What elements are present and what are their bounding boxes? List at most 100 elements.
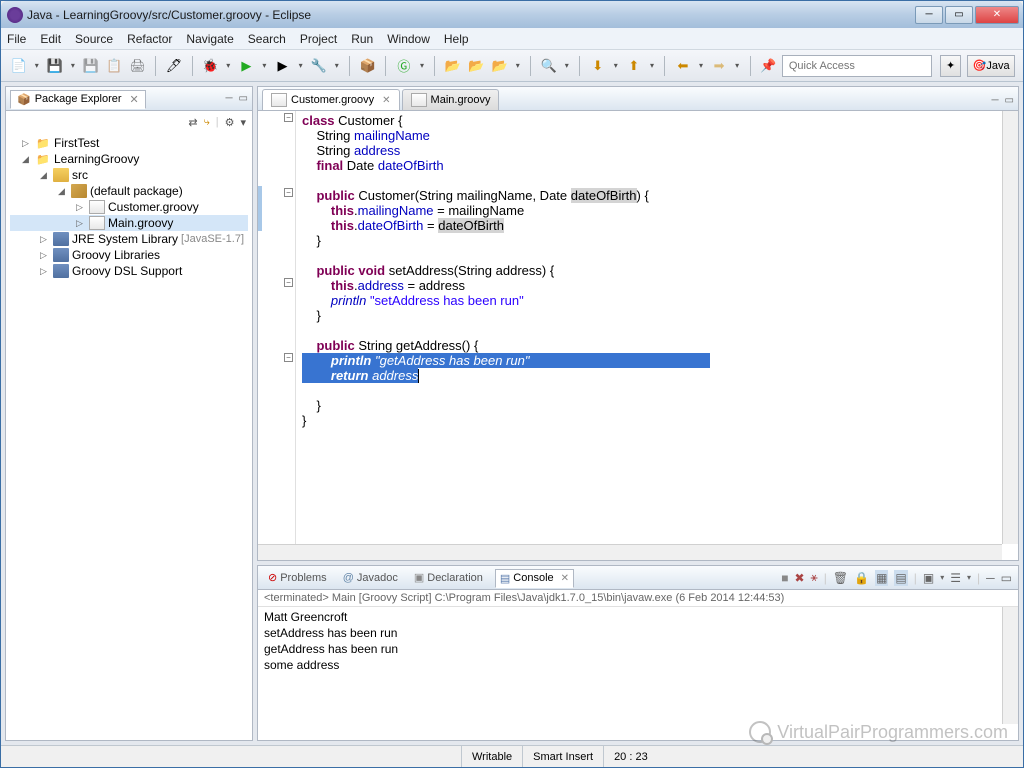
new-icon[interactable]: 📄 bbox=[9, 55, 28, 77]
quick-access-input[interactable] bbox=[782, 55, 932, 77]
save-icon[interactable]: 💾 bbox=[45, 55, 64, 77]
maximize-button[interactable]: ▭ bbox=[945, 6, 973, 24]
save-all-icon[interactable]: 💾 bbox=[81, 55, 100, 77]
declaration-tab[interactable]: ▣Declaration bbox=[410, 569, 487, 586]
tree-groovy-libs[interactable]: ▷Groovy Libraries bbox=[10, 247, 248, 263]
remove-launch-icon[interactable]: ✖ bbox=[794, 571, 804, 585]
menubar: File Edit Source Refactor Navigate Searc… bbox=[1, 28, 1023, 50]
editor-tab-customer[interactable]: Customer.groovy✕ bbox=[262, 89, 400, 110]
remove-all-icon[interactable]: ⚹ bbox=[811, 570, 818, 585]
menu-window[interactable]: Window bbox=[387, 32, 430, 46]
link-editor-icon[interactable]: ⤷ bbox=[204, 116, 210, 129]
collapse-all-icon[interactable]: ⇄ bbox=[188, 116, 197, 129]
dropdown-icon[interactable]: ▾ bbox=[69, 55, 78, 77]
open-folder-icon[interactable]: 📂 bbox=[443, 55, 462, 77]
filter-icon[interactable]: ⚙ bbox=[225, 116, 235, 129]
tree-project[interactable]: ◢📁LearningGroovy bbox=[10, 151, 248, 167]
open-task-icon[interactable]: 📂 bbox=[490, 55, 509, 77]
close-tab-icon[interactable]: ✕ bbox=[382, 95, 390, 106]
max-console-icon[interactable]: ▭ bbox=[1001, 571, 1012, 585]
close-button[interactable]: ✕ bbox=[975, 6, 1019, 24]
dropdown-icon[interactable]: ▾ bbox=[332, 55, 341, 77]
open-perspective-button[interactable]: ✦ bbox=[940, 55, 961, 77]
tree-src-folder[interactable]: ◢src bbox=[10, 167, 248, 183]
next-ann-icon[interactable]: ⬇ bbox=[588, 55, 607, 77]
horizontal-scrollbar[interactable] bbox=[258, 544, 1002, 560]
forward-icon[interactable]: ➡ bbox=[709, 55, 728, 77]
status-writable[interactable]: Writable bbox=[461, 746, 522, 767]
debug-icon[interactable]: 🐞 bbox=[201, 55, 220, 77]
tree-file-customer[interactable]: ▷Customer.groovy bbox=[10, 199, 248, 215]
tree-groovy-dsl[interactable]: ▷Groovy DSL Support bbox=[10, 263, 248, 279]
close-icon[interactable]: ✕ bbox=[130, 93, 139, 106]
window-title: Java - LearningGroovy/src/Customer.groov… bbox=[27, 8, 915, 22]
console-output[interactable]: Matt GreencroftsetAddress has been runge… bbox=[258, 607, 1018, 740]
display-console-icon[interactable]: ▤ bbox=[894, 570, 907, 586]
dropdown-icon[interactable]: ▾ bbox=[224, 55, 233, 77]
menu-edit[interactable]: Edit bbox=[40, 32, 61, 46]
min-console-icon[interactable]: ─ bbox=[986, 571, 995, 585]
search-icon[interactable]: 🔍 bbox=[539, 55, 558, 77]
open-console-icon[interactable]: ▣ bbox=[923, 571, 934, 585]
dropdown-icon[interactable]: ▾ bbox=[260, 55, 269, 77]
menu-navigate[interactable]: Navigate bbox=[186, 32, 233, 46]
dropdown-icon[interactable]: ▾ bbox=[513, 55, 522, 77]
java-perspective-button[interactable]: 🎯 Java bbox=[967, 55, 1015, 77]
status-cursor-pos[interactable]: 20 : 23 bbox=[603, 746, 658, 767]
new-pkg-icon[interactable]: 📦 bbox=[358, 55, 377, 77]
tree-project[interactable]: ▷📁FirstTest bbox=[10, 135, 248, 151]
prev-ann-icon[interactable]: ⬆ bbox=[624, 55, 643, 77]
ext-tools-icon[interactable]: 🔧 bbox=[309, 55, 328, 77]
menu-help[interactable]: Help bbox=[444, 32, 469, 46]
editor-tab-main[interactable]: Main.groovy bbox=[402, 89, 500, 110]
menu-search[interactable]: Search bbox=[248, 32, 286, 46]
dropdown-icon[interactable]: ▾ bbox=[418, 55, 427, 77]
menu-project[interactable]: Project bbox=[300, 32, 337, 46]
code-editor[interactable]: − − − − class Customer { String mailingN… bbox=[258, 111, 1018, 560]
open-type-icon[interactable]: 📂 bbox=[467, 55, 486, 77]
clear-console-icon[interactable]: 🗑 bbox=[833, 571, 848, 585]
minimize-editor-icon[interactable]: ─ bbox=[991, 95, 998, 106]
status-insert-mode[interactable]: Smart Insert bbox=[522, 746, 603, 767]
coverage-icon[interactable]: ▶ bbox=[273, 55, 292, 77]
wand-icon[interactable]: 🖊 bbox=[164, 55, 183, 77]
print-icon[interactable]: 🖨 bbox=[128, 55, 147, 77]
view-menu-icon[interactable]: ▾ bbox=[240, 116, 246, 129]
dropdown-icon[interactable]: ▾ bbox=[562, 55, 571, 77]
dropdown-icon[interactable]: ▾ bbox=[697, 55, 706, 77]
dropdown-icon[interactable]: ▾ bbox=[296, 55, 305, 77]
package-explorer-tab[interactable]: 📦 Package Explorer ✕ bbox=[10, 90, 146, 109]
tree-package[interactable]: ◢(default package) bbox=[10, 183, 248, 199]
package-explorer-title: Package Explorer bbox=[35, 93, 122, 105]
dropdown-icon[interactable]: ▾ bbox=[611, 55, 620, 77]
dropdown-icon[interactable]: ▾ bbox=[32, 55, 41, 77]
pin-icon[interactable]: 📌 bbox=[758, 55, 777, 77]
menu-file[interactable]: File bbox=[7, 32, 26, 46]
pin-console-icon[interactable]: ▦ bbox=[875, 570, 888, 586]
new-console-icon[interactable]: ☰ bbox=[950, 571, 961, 585]
new-type-icon[interactable]: Ⓖ bbox=[394, 55, 413, 77]
maximize-editor-icon[interactable]: ▭ bbox=[1005, 95, 1014, 106]
vertical-scrollbar[interactable] bbox=[1002, 607, 1018, 724]
run-icon[interactable]: ▶ bbox=[237, 55, 256, 77]
menu-refactor[interactable]: Refactor bbox=[127, 32, 172, 46]
dropdown-icon[interactable]: ▾ bbox=[648, 55, 657, 77]
tree-jre-library[interactable]: ▷JRE System Library [JavaSE-1.7] bbox=[10, 231, 248, 247]
problems-tab[interactable]: ⊘Problems bbox=[264, 569, 331, 586]
scroll-lock-icon[interactable]: 🔒 bbox=[854, 571, 869, 585]
javadoc-tab[interactable]: @Javadoc bbox=[339, 570, 402, 586]
menu-source[interactable]: Source bbox=[75, 32, 113, 46]
maximize-view-icon[interactable]: ▭ bbox=[239, 93, 248, 104]
back-icon[interactable]: ⬅ bbox=[673, 55, 692, 77]
tree-file-main[interactable]: ▷Main.groovy bbox=[10, 215, 248, 231]
dropdown-icon[interactable]: ▾ bbox=[733, 55, 742, 77]
menu-run[interactable]: Run bbox=[351, 32, 373, 46]
minimize-button[interactable]: ─ bbox=[915, 6, 943, 24]
package-explorer-tree[interactable]: ▷📁FirstTest ◢📁LearningGroovy ◢src ◢(defa… bbox=[6, 133, 252, 740]
minimize-view-icon[interactable]: ─ bbox=[225, 93, 232, 104]
console-tab[interactable]: ▤Console✕ bbox=[495, 569, 574, 588]
terminate-icon[interactable]: ■ bbox=[781, 571, 788, 585]
vertical-scrollbar[interactable] bbox=[1002, 111, 1018, 544]
saveas-icon[interactable]: 📋 bbox=[105, 55, 124, 77]
titlebar[interactable]: Java - LearningGroovy/src/Customer.groov… bbox=[1, 1, 1023, 28]
